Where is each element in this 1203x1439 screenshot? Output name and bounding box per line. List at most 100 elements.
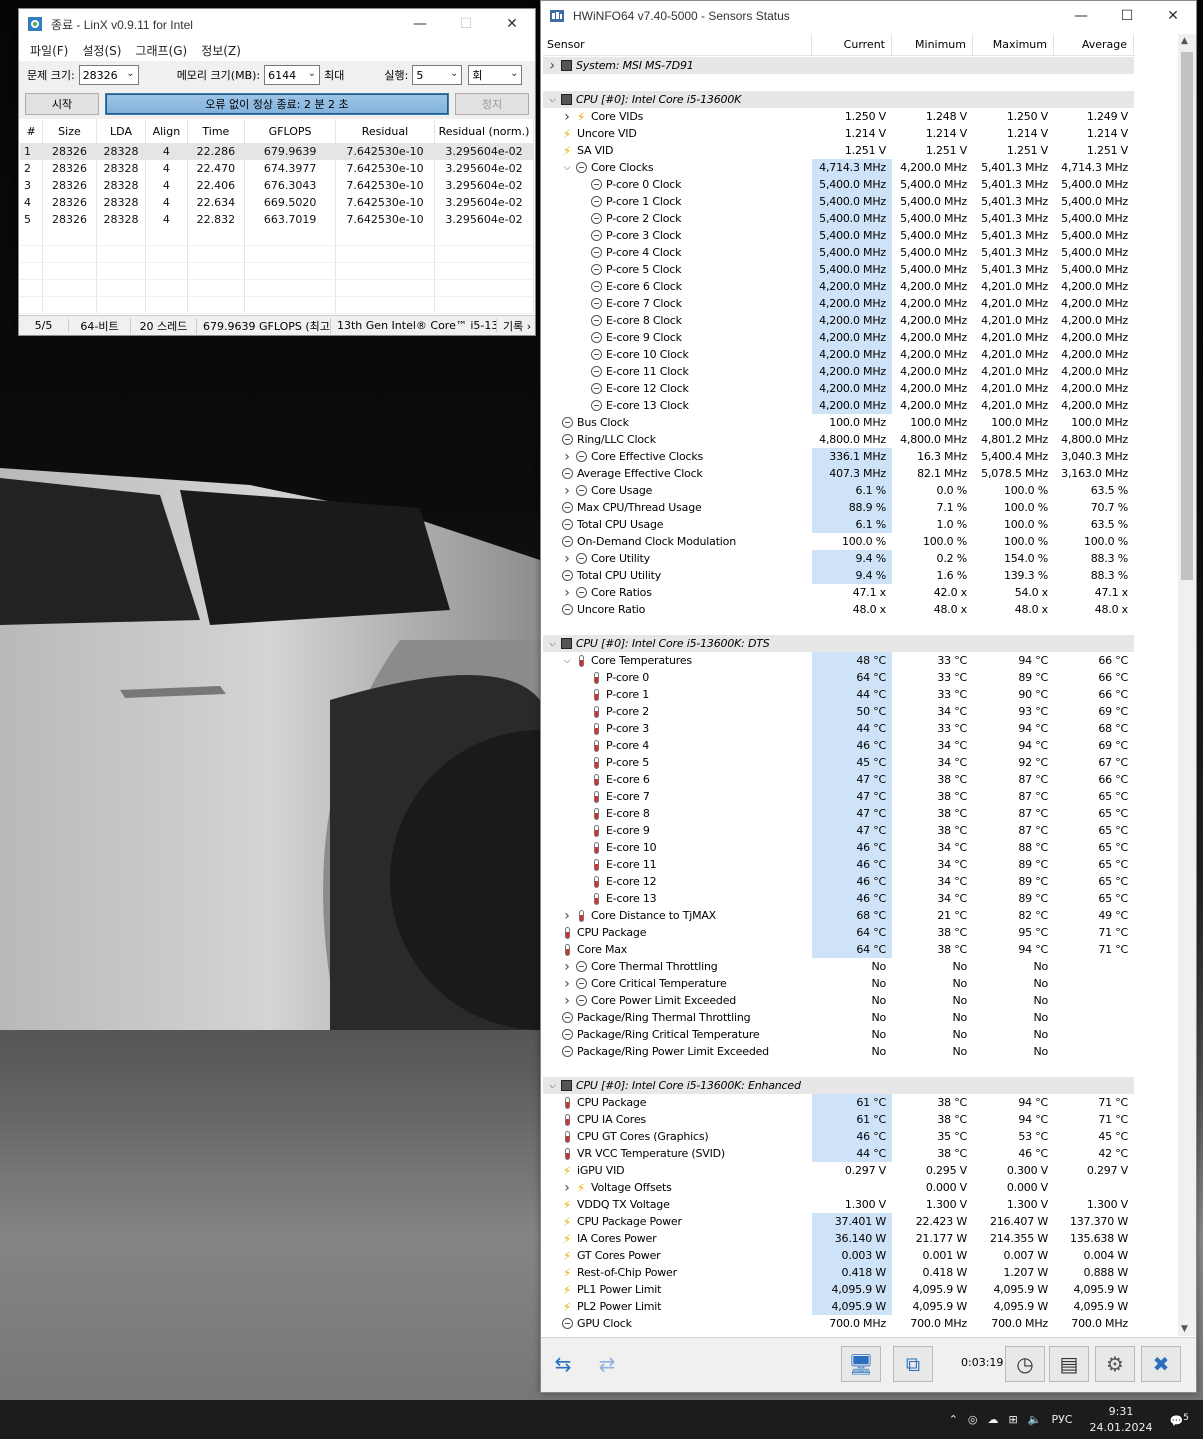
sensor-row[interactable]: On-Demand Clock Modulation 100.0 % 100.0 %… bbox=[543, 533, 1135, 550]
sensor-row[interactable]: Uncore Ratio 48.0 x 48.0 x 48.0 x 48.0 x bbox=[543, 601, 1135, 618]
sensor-row[interactable]: › Core Ratios 47.1 x 42.0 x 54.0 x 47.1 x bbox=[543, 584, 1135, 601]
sensor-row[interactable]: P-core 1 Clock 5,400.0 MHz 5,400.0 MHz 5,40… bbox=[543, 193, 1135, 210]
col-align[interactable]: Align bbox=[145, 119, 188, 143]
monitor-icon[interactable]: ⧉ bbox=[893, 1346, 933, 1382]
sensor-row[interactable]: E-core 6 Clock 4,200.0 MHz 4,200.0 MHz 4,20… bbox=[543, 278, 1135, 295]
chevron-up-icon[interactable]: ⌃ bbox=[949, 1413, 958, 1426]
network-icon[interactable]: 🖥 bbox=[841, 1346, 881, 1382]
sensor-row[interactable]: P-core 1 44 °C 33 °C 90 °C 66 °C bbox=[543, 686, 1135, 703]
chevron-right-icon[interactable]: › bbox=[560, 1180, 574, 1196]
linx-titlebar[interactable]: 종료 - LinX v0.9.11 for Intel — ☐ ✕ bbox=[19, 9, 535, 39]
sensor-row[interactable]: › Core Power Limit Exceeded No No No bbox=[543, 992, 1135, 1009]
chevron-right-icon[interactable]: › bbox=[545, 58, 559, 74]
sensor-row[interactable]: E-core 9 47 °C 38 °C 87 °C 65 °C bbox=[543, 822, 1135, 839]
col-current[interactable]: Current bbox=[812, 34, 892, 55]
sensor-row[interactable]: P-core 3 44 °C 33 °C 94 °C 68 °C bbox=[543, 720, 1135, 737]
runs-unit-combo[interactable]: 회 ⌄ bbox=[468, 65, 523, 85]
sensor-row[interactable]: ⚡ VDDQ TX Voltage 1.300 V 1.300 V 1.300 V 1.3… bbox=[543, 1196, 1135, 1213]
sensor-row[interactable]: P-core 4 Clock 5,400.0 MHz 5,400.0 MHz 5,40… bbox=[543, 244, 1135, 261]
sensor-row[interactable]: GPU Clock 700.0 MHz 700.0 MHz 700.0 MHz 700.… bbox=[543, 1315, 1135, 1332]
sensor-row[interactable]: Total CPU Utility 9.4 % 1.6 % 139.3 % 88.3 % bbox=[543, 567, 1135, 584]
sensor-row[interactable]: ⚡ SA VID 1.251 V 1.251 V 1.251 V 1.251 V bbox=[543, 142, 1135, 159]
runs-combo[interactable]: 5 ⌄ bbox=[412, 65, 463, 85]
sensor-row[interactable]: ⌵ Core Clocks 4,714.3 MHz 4,200.0 MHz 5,401.… bbox=[543, 159, 1135, 176]
memory-combo[interactable]: 6144 ⌄ bbox=[264, 65, 321, 85]
sensor-row[interactable]: E-core 12 Clock 4,200.0 MHz 4,200.0 MHz 4,2… bbox=[543, 380, 1135, 397]
minimize-icon[interactable]: — bbox=[1058, 1, 1104, 31]
chevron-down-icon[interactable]: ⌵ bbox=[560, 163, 574, 173]
table-row[interactable]: 4 28326 28328 4 22.634 669.5020 7.642530e-10 3.… bbox=[20, 194, 535, 211]
sensor-group-row[interactable]: › System: MSI MS-7D91 bbox=[543, 57, 1135, 74]
sensor-row[interactable]: E-core 11 46 °C 34 °C 89 °C 65 °C bbox=[543, 856, 1135, 873]
problem-size-combo[interactable]: 28326 ⌄ bbox=[78, 65, 139, 85]
sensor-row[interactable]: P-core 5 45 °C 34 °C 92 °C 67 °C bbox=[543, 754, 1135, 771]
col-maximum[interactable]: Maximum bbox=[973, 34, 1054, 55]
sensor-row[interactable]: E-core 10 Clock 4,200.0 MHz 4,200.0 MHz 4,2… bbox=[543, 346, 1135, 363]
clock[interactable]: 9:31 24.01.2024 bbox=[1089, 1404, 1152, 1436]
sensor-row[interactable]: Package/Ring Critical Temperature No No No bbox=[543, 1026, 1135, 1043]
scrollbar-thumb[interactable] bbox=[1181, 52, 1193, 580]
sensor-row[interactable]: ⚡ Uncore VID 1.214 V 1.214 V 1.214 V 1.214 V bbox=[543, 125, 1135, 142]
vertical-scrollbar[interactable]: ▲ ▼ bbox=[1178, 34, 1196, 1336]
sensor-row[interactable]: E-core 7 47 °C 38 °C 87 °C 65 °C bbox=[543, 788, 1135, 805]
close-sensors-icon[interactable]: ✖ bbox=[1141, 1346, 1181, 1382]
sensor-row[interactable]: › ⚡ Core VIDs 1.250 V 1.248 V 1.250 V 1.249 V bbox=[543, 108, 1135, 125]
sensor-row[interactable]: E-core 13 Clock 4,200.0 MHz 4,200.0 MHz 4,2… bbox=[543, 397, 1135, 414]
chevron-down-icon[interactable]: ⌵ bbox=[545, 1081, 559, 1091]
col-minimum[interactable]: Minimum bbox=[892, 34, 973, 55]
sensor-row[interactable]: Bus Clock 100.0 MHz 100.0 MHz 100.0 MHz 100.… bbox=[543, 414, 1135, 431]
close-icon[interactable]: ✕ bbox=[1150, 1, 1196, 31]
sensor-row[interactable]: E-core 7 Clock 4,200.0 MHz 4,200.0 MHz 4,20… bbox=[543, 295, 1135, 312]
sensor-row[interactable]: ⚡ PL1 Power Limit 4,095.9 W 4,095.9 W 4,095.… bbox=[543, 1281, 1135, 1298]
sensor-group-row[interactable]: ⌵ CPU [#0]: Intel Core i5-13600K bbox=[543, 91, 1135, 108]
volume-icon[interactable]: 🔈 bbox=[1028, 1413, 1042, 1426]
sensor-row[interactable]: ⚡ PL2 Power Limit 4,095.9 W 4,095.9 W 4,095.… bbox=[543, 1298, 1135, 1315]
notification-icon[interactable]: 💬5 bbox=[1169, 1412, 1189, 1428]
sensor-row[interactable]: ⌵ Core Temperatures 48 °C 33 °C 94 °C 66 °C bbox=[543, 652, 1135, 669]
language-indicator[interactable]: РУС bbox=[1051, 1413, 1072, 1426]
sensor-row[interactable]: Total CPU Usage 6.1 % 1.0 % 100.0 % 63.5 % bbox=[543, 516, 1135, 533]
sensor-row[interactable]: E-core 11 Clock 4,200.0 MHz 4,200.0 MHz 4,2… bbox=[543, 363, 1135, 380]
chevron-right-icon[interactable]: › bbox=[560, 959, 574, 975]
chevron-right-icon[interactable]: › bbox=[560, 585, 574, 601]
scroll-up-icon[interactable]: ▲ bbox=[1181, 36, 1188, 46]
sensor-row[interactable]: › Core Thermal Throttling No No No bbox=[543, 958, 1135, 975]
sensor-row[interactable]: ⚡ Rest-of-Chip Power 0.418 W 0.418 W 1.207 W… bbox=[543, 1264, 1135, 1281]
sensor-row[interactable]: › ⚡ Voltage Offsets 0.000 V 0.000 V bbox=[543, 1179, 1135, 1196]
minimize-icon[interactable]: — bbox=[397, 9, 443, 39]
sensor-group-row[interactable]: ⌵ CPU [#0]: Intel Core i5-13600K: Enhance… bbox=[543, 1077, 1135, 1094]
chevron-right-icon[interactable]: › bbox=[560, 976, 574, 992]
sensor-row[interactable]: E-core 8 Clock 4,200.0 MHz 4,200.0 MHz 4,20… bbox=[543, 312, 1135, 329]
sensor-row[interactable]: P-core 0 Clock 5,400.0 MHz 5,400.0 MHz 5,40… bbox=[543, 176, 1135, 193]
sensor-row[interactable]: › Core Usage 6.1 % 0.0 % 100.0 % 63.5 % bbox=[543, 482, 1135, 499]
maximize-icon[interactable]: ☐ bbox=[1104, 1, 1150, 31]
col-size[interactable]: Size bbox=[42, 119, 97, 143]
sensor-row[interactable]: P-core 0 64 °C 33 °C 89 °C 66 °C bbox=[543, 669, 1135, 686]
sensor-row[interactable]: › Core Effective Clocks 336.1 MHz 16.3 MHz 5… bbox=[543, 448, 1135, 465]
chevron-down-icon[interactable]: ⌵ bbox=[560, 656, 574, 666]
scroll-down-icon[interactable]: ▼ bbox=[1181, 1324, 1188, 1334]
sensor-row[interactable]: E-core 13 46 °C 34 °C 89 °C 65 °C bbox=[543, 890, 1135, 907]
network-icon[interactable]: ⊞ bbox=[1009, 1413, 1018, 1426]
sensor-row[interactable]: Core Max 64 °C 38 °C 94 °C 71 °C bbox=[543, 941, 1135, 958]
sensor-group-row[interactable]: ⌵ CPU [#0]: Intel Core i5-13600K: DTS bbox=[543, 635, 1135, 652]
sensor-row[interactable]: P-core 5 Clock 5,400.0 MHz 5,400.0 MHz 5,40… bbox=[543, 261, 1135, 278]
sensor-row[interactable]: › Core Distance to TjMAX 68 °C 21 °C 82 °C 49… bbox=[543, 907, 1135, 924]
sensor-row[interactable]: CPU IA Cores 61 °C 38 °C 94 °C 71 °C bbox=[543, 1111, 1135, 1128]
status-log-link[interactable]: 기록 › bbox=[497, 318, 533, 334]
hwinfo-titlebar[interactable]: HWiNFO64 v7.40-5000 - Sensors Status — ☐… bbox=[541, 1, 1196, 31]
chevron-right-icon[interactable]: › bbox=[560, 551, 574, 567]
sensor-row[interactable]: CPU Package 61 °C 38 °C 94 °C 71 °C bbox=[543, 1094, 1135, 1111]
nav-left-right-icon[interactable]: ⇆ bbox=[543, 1346, 583, 1382]
gear-icon[interactable]: ⚙ bbox=[1095, 1346, 1135, 1382]
sensor-row[interactable]: E-core 8 47 °C 38 °C 87 °C 65 °C bbox=[543, 805, 1135, 822]
col-residual[interactable]: Residual bbox=[335, 119, 435, 143]
chevron-right-icon[interactable]: › bbox=[560, 109, 574, 125]
clock-icon[interactable]: ◷ bbox=[1005, 1346, 1045, 1382]
col-index[interactable]: # bbox=[20, 119, 44, 143]
sensor-row[interactable]: P-core 2 50 °C 34 °C 93 °C 69 °C bbox=[543, 703, 1135, 720]
sensor-row[interactable]: Ring/LLC Clock 4,800.0 MHz 4,800.0 MHz 4,80… bbox=[543, 431, 1135, 448]
add-report-icon[interactable]: ▤ bbox=[1049, 1346, 1089, 1382]
sensor-row[interactable]: VR VCC Temperature (SVID) 44 °C 38 °C 46 °C… bbox=[543, 1145, 1135, 1162]
chevron-down-icon[interactable]: ⌵ bbox=[545, 95, 559, 105]
